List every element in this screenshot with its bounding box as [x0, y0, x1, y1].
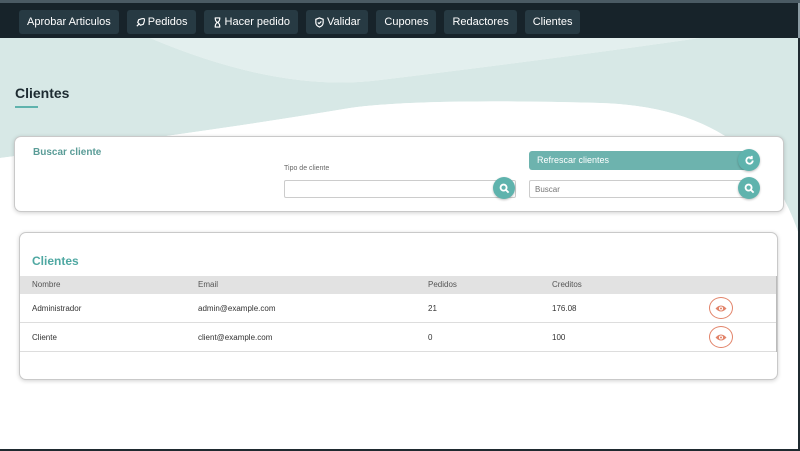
rocket-icon [136, 17, 145, 27]
hourglass-icon [214, 16, 220, 28]
nav-item-validar[interactable]: Validar [305, 10, 369, 34]
cell-nombre: Administrador [32, 304, 82, 313]
title-underline [15, 106, 38, 108]
refresh-icon [744, 155, 754, 165]
view-client-button[interactable] [709, 326, 733, 348]
nav-label: Clientes [532, 16, 573, 28]
nav-item-redactores[interactable]: Redactores [444, 10, 517, 34]
eye-icon [715, 305, 727, 311]
table-row: Administrador admin@example.com 21 176.0… [20, 294, 777, 323]
cell-nombre: Cliente [32, 333, 57, 342]
nav-label: Pedidos [147, 16, 188, 28]
search-icon [744, 183, 754, 193]
nav-label: Redactores [452, 16, 509, 28]
cell-pedidos: 0 [428, 333, 433, 342]
view-client-button[interactable] [709, 297, 733, 319]
eye-icon [715, 334, 727, 340]
client-type-label: Tipo de cliente [284, 165, 330, 172]
clients-table-card: Clientes Nombre Email Pedidos Creditos A… [19, 232, 778, 380]
refresh-clients-button[interactable]: Refrescar clientes [529, 151, 751, 170]
table-row: Cliente client@example.com 0 100 [20, 323, 777, 352]
nav-label: Validar [326, 16, 361, 28]
nav-label: Aprobar Articulos [27, 16, 111, 28]
table-title: Clientes [32, 254, 79, 268]
nav-item-cupones[interactable]: Cupones [376, 10, 437, 34]
buscar-button[interactable] [738, 177, 760, 199]
shield-icon [315, 16, 324, 28]
top-navbar: Aprobar Articulos Pedidos Hacer pedido V… [0, 0, 800, 41]
header-pedidos: Pedidos [428, 280, 457, 289]
buscar-input[interactable] [529, 180, 751, 198]
header-email: Email [198, 280, 219, 289]
page-title: Clientes [15, 85, 70, 101]
type-search-button[interactable] [493, 177, 515, 199]
cell-creditos: 100 [552, 333, 566, 342]
nav-item-hacer-pedido[interactable]: Hacer pedido [203, 10, 298, 34]
nav-label: Cupones [384, 16, 429, 28]
search-icon [499, 183, 509, 193]
nav-item-pedidos[interactable]: Pedidos [126, 10, 196, 34]
cell-creditos: 176.08 [552, 304, 577, 313]
refresh-button[interactable] [738, 149, 760, 171]
nav-menu: Aprobar Articulos Pedidos Hacer pedido V… [19, 10, 581, 34]
nav-item-clientes[interactable]: Clientes [524, 10, 581, 34]
search-card: Buscar cliente Tipo de cliente Refrescar… [14, 136, 784, 212]
cell-email: admin@example.com [198, 304, 276, 313]
header-nombre: Nombre [32, 280, 61, 289]
nav-label: Hacer pedido [224, 16, 290, 28]
client-type-input[interactable] [284, 180, 516, 198]
cell-pedidos: 21 [428, 304, 437, 313]
header-creditos: Creditos [552, 280, 582, 289]
nav-item-aprobar-articulos[interactable]: Aprobar Articulos [19, 10, 119, 34]
cell-email: client@example.com [198, 333, 273, 342]
table-scrollbar[interactable] [776, 276, 777, 352]
search-title: Buscar cliente [33, 147, 102, 158]
table-header: Nombre Email Pedidos Creditos [20, 276, 777, 294]
